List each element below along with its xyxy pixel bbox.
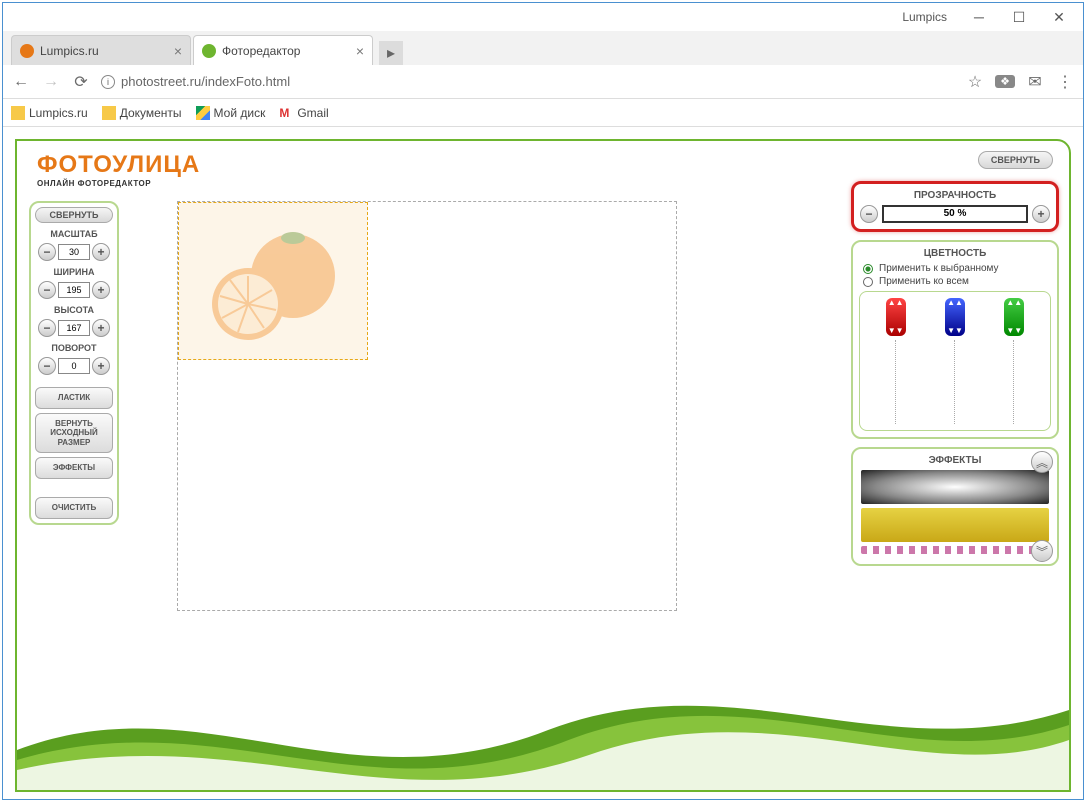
restore-size-button[interactable]: ВЕРНУТЬ ИСХОДНЫЙ РАЗМЕР bbox=[35, 413, 113, 454]
bookmarks-bar: Lumpics.ru Документы Мой диск MGmail bbox=[3, 99, 1083, 127]
effects-panel: ЭФФЕКТЫ ︽ ︾ bbox=[851, 447, 1059, 566]
address-bar[interactable]: i photostreet.ru/indexFoto.html bbox=[101, 74, 955, 89]
rotate-label: ПОВОРОТ bbox=[35, 343, 113, 353]
maximize-button[interactable]: ☐ bbox=[999, 5, 1039, 29]
logo-title: ФОТОУЛИЦА bbox=[37, 151, 200, 179]
new-tab-button[interactable]: ▸ bbox=[379, 41, 403, 65]
effects-scroll-up-button[interactable]: ︽ bbox=[1031, 451, 1053, 473]
tab-label: Фоторедактор bbox=[222, 44, 300, 58]
back-icon[interactable]: ← bbox=[11, 73, 31, 91]
opacity-plus-button[interactable]: + bbox=[1032, 205, 1050, 223]
rotate-minus-button[interactable]: − bbox=[38, 357, 56, 375]
slider-track bbox=[1013, 340, 1015, 424]
canvas[interactable] bbox=[177, 201, 677, 611]
star-icon[interactable]: ☆ bbox=[965, 72, 985, 92]
clear-button[interactable]: ОЧИСТИТЬ bbox=[35, 497, 113, 519]
rotate-plus-button[interactable]: + bbox=[92, 357, 110, 375]
tab-close-icon[interactable]: × bbox=[174, 43, 182, 59]
width-value[interactable]: 195 bbox=[58, 282, 90, 298]
url-text: photostreet.ru/indexFoto.html bbox=[121, 74, 290, 89]
window-title: Lumpics bbox=[902, 10, 947, 24]
right-panels: ПРОЗРАЧНОСТЬ − 50 % + ЦВЕТНОСТЬ Применит… bbox=[851, 181, 1059, 566]
radio-label: Применить ко всем bbox=[879, 276, 969, 287]
folder-icon bbox=[11, 106, 25, 120]
shield-icon[interactable]: ❖ bbox=[995, 75, 1015, 88]
tab-photoeditor[interactable]: Фоторедактор × bbox=[193, 35, 373, 65]
logo-subtitle: ОНЛАЙН ФОТОРЕДАКТОР bbox=[37, 179, 200, 188]
effect-swatch[interactable] bbox=[861, 470, 1049, 504]
opacity-minus-button[interactable]: − bbox=[860, 205, 878, 223]
opacity-value[interactable]: 50 % bbox=[882, 205, 1028, 223]
mail-icon[interactable]: ✉ bbox=[1025, 72, 1045, 92]
scale-plus-button[interactable]: + bbox=[92, 243, 110, 261]
window-titlebar: Lumpics ─ ☐ ✕ bbox=[3, 3, 1083, 31]
radio-icon bbox=[863, 264, 873, 274]
radio-label: Применить к выбранному bbox=[879, 263, 999, 274]
width-minus-button[interactable]: − bbox=[38, 281, 56, 299]
opacity-panel: ПРОЗРАЧНОСТЬ − 50 % + bbox=[851, 181, 1059, 232]
effects-label: ЭФФЕКТЫ bbox=[859, 455, 1051, 466]
forward-icon[interactable]: → bbox=[41, 73, 61, 91]
bookmark-documents[interactable]: Документы bbox=[102, 106, 182, 120]
slider-track bbox=[954, 340, 956, 424]
rgb-sliders: ▲▲▼▼ ▲▲▼▼ ▲▲▼▼ bbox=[859, 291, 1051, 431]
reload-icon[interactable]: ⟳ bbox=[71, 72, 91, 92]
color-label: ЦВЕТНОСТЬ bbox=[859, 248, 1051, 259]
tab-lumpics[interactable]: Lumpics.ru × bbox=[11, 35, 191, 65]
eraser-button[interactable]: ЛАСТИК bbox=[35, 387, 113, 409]
opacity-label: ПРОЗРАЧНОСТЬ bbox=[860, 190, 1050, 201]
height-value[interactable]: 167 bbox=[58, 320, 90, 336]
wave-decoration bbox=[17, 670, 1069, 790]
site-info-icon[interactable]: i bbox=[101, 75, 115, 89]
scale-label: МАСШТАБ bbox=[35, 229, 113, 239]
collapse-right-button[interactable]: СВЕРНУТЬ bbox=[978, 151, 1053, 169]
tab-close-icon[interactable]: × bbox=[356, 43, 364, 59]
browser-tabs: Lumpics.ru × Фоторедактор × ▸ bbox=[3, 31, 1083, 65]
radio-icon bbox=[863, 277, 873, 287]
height-minus-button[interactable]: − bbox=[38, 319, 56, 337]
width-label: ШИРИНА bbox=[35, 267, 113, 277]
effect-swatch[interactable] bbox=[861, 546, 1049, 554]
gmail-icon: M bbox=[279, 106, 293, 120]
folder-icon bbox=[102, 106, 116, 120]
left-toolbar: СВЕРНУТЬ МАСШТАБ − 30 + ШИРИНА − 195 + В… bbox=[29, 201, 119, 525]
red-slider[interactable]: ▲▲▼▼ bbox=[886, 298, 906, 336]
height-label: ВЫСОТА bbox=[35, 305, 113, 315]
apply-all-radio[interactable]: Применить ко всем bbox=[863, 276, 1047, 287]
bookmark-drive[interactable]: Мой диск bbox=[196, 106, 266, 120]
bookmark-lumpics[interactable]: Lumpics.ru bbox=[11, 106, 88, 120]
scale-minus-button[interactable]: − bbox=[38, 243, 56, 261]
slider-track bbox=[895, 340, 897, 424]
address-bar-row: ← → ⟳ i photostreet.ru/indexFoto.html ☆ … bbox=[3, 65, 1083, 99]
bookmark-gmail[interactable]: MGmail bbox=[279, 106, 328, 120]
color-panel: ЦВЕТНОСТЬ Применить к выбранному Примени… bbox=[851, 240, 1059, 439]
menu-icon[interactable]: ⋮ bbox=[1055, 72, 1075, 92]
height-plus-button[interactable]: + bbox=[92, 319, 110, 337]
drive-icon bbox=[196, 106, 210, 120]
rotate-value[interactable]: 0 bbox=[58, 358, 90, 374]
blue-slider[interactable]: ▲▲▼▼ bbox=[945, 298, 965, 336]
effect-swatch[interactable] bbox=[861, 508, 1049, 542]
scale-value[interactable]: 30 bbox=[58, 244, 90, 260]
collapse-left-button[interactable]: СВЕРНУТЬ bbox=[35, 207, 113, 223]
app-frame: ФОТОУЛИЦА ОНЛАЙН ФОТОРЕДАКТОР СВЕРНУТЬ М… bbox=[15, 139, 1071, 792]
app-logo: ФОТОУЛИЦА ОНЛАЙН ФОТОРЕДАКТОР bbox=[37, 151, 200, 188]
selected-layer[interactable] bbox=[178, 202, 368, 360]
width-plus-button[interactable]: + bbox=[92, 281, 110, 299]
tab-label: Lumpics.ru bbox=[40, 44, 99, 58]
close-button[interactable]: ✕ bbox=[1039, 5, 1079, 29]
apply-selected-radio[interactable]: Применить к выбранному bbox=[863, 263, 1047, 274]
minimize-button[interactable]: ─ bbox=[959, 5, 999, 29]
green-slider[interactable]: ▲▲▼▼ bbox=[1004, 298, 1024, 336]
favicon-icon bbox=[202, 44, 216, 58]
effects-scroll-down-button[interactable]: ︾ bbox=[1031, 540, 1053, 562]
orange-image-icon bbox=[198, 216, 348, 346]
effects-button[interactable]: ЭФФЕКТЫ bbox=[35, 457, 113, 479]
favicon-icon bbox=[20, 44, 34, 58]
